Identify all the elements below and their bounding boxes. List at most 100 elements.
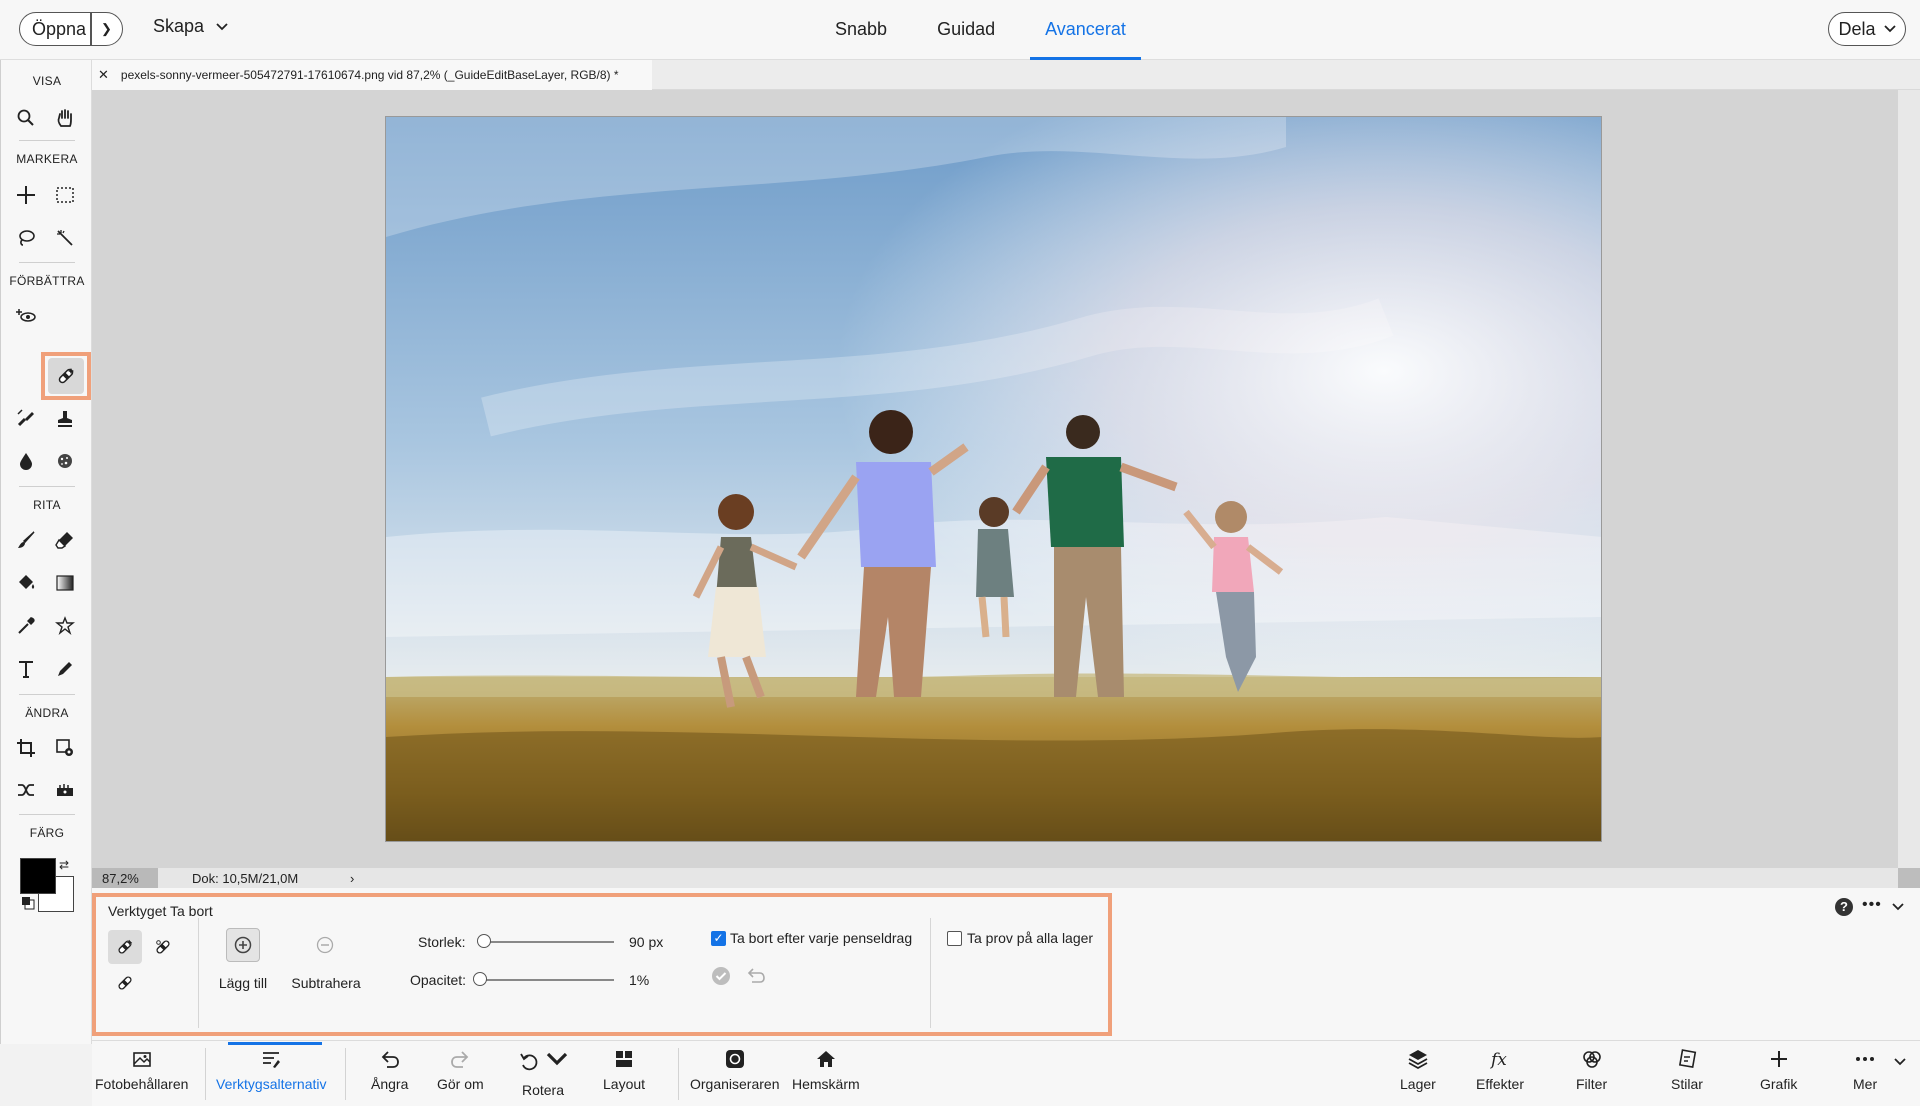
styles-button[interactable]: Stilar (1671, 1048, 1703, 1092)
foreground-color-swatch[interactable] (20, 858, 56, 894)
more-options-icon[interactable]: ••• (1862, 896, 1882, 914)
top-bar: Öppna ❯ Skapa Snabb Guidad Avancerat Del… (0, 0, 1920, 60)
bottom-divider (678, 1048, 679, 1100)
create-button[interactable]: Skapa (153, 16, 228, 37)
crop-tool-icon[interactable] (8, 730, 44, 766)
subtract-circle-icon (316, 936, 334, 954)
rotate-icon (520, 1053, 538, 1071)
swap-colors-icon[interactable]: ⇄ (59, 858, 69, 872)
blur-tool-icon[interactable] (8, 443, 44, 479)
section-label-enhance: FÖRBÄTTRA (9, 274, 85, 288)
subtract-mode-button[interactable] (310, 930, 340, 960)
sample-all-layers-label: Ta prov på alla lager (967, 930, 1094, 946)
organizer-button[interactable]: Organiseraren (690, 1048, 780, 1092)
open-button[interactable]: Öppna ❯ (19, 12, 123, 46)
add-mode-button[interactable] (226, 928, 260, 962)
zoom-level[interactable]: 87,2% (92, 868, 158, 888)
smart-brush-tool-icon[interactable] (8, 400, 44, 436)
remove-brush-icon[interactable] (108, 930, 142, 964)
brush-tool-icon[interactable] (8, 522, 44, 558)
remove-after-stroke-label: Ta bort efter varje penseldrag (730, 930, 913, 946)
quick-selection-tool-icon[interactable] (47, 220, 83, 256)
healing-brush-icon[interactable] (108, 966, 142, 1000)
photo-bin-button[interactable]: Fotobehållaren (95, 1048, 188, 1092)
share-button[interactable]: Dela (1828, 12, 1906, 46)
chevron-down-icon[interactable]: ❯ (92, 21, 122, 37)
clone-stamp-tool-icon[interactable] (47, 400, 83, 436)
tools-panel: VISA MARKERA FÖRBÄTTRA RITA ÄNDRA FÄRG ⇄ (0, 60, 92, 1044)
spot-healing-brush-icon[interactable] (146, 930, 180, 964)
scrollbar-thumb[interactable] (1898, 868, 1920, 888)
tool-options-icon (263, 1052, 281, 1068)
document-tab[interactable]: ✕ pexels-sonny-vermeer-505472791-1761067… (92, 60, 652, 90)
size-slider-knob[interactable] (477, 934, 491, 948)
layers-button[interactable]: Lager (1400, 1048, 1436, 1092)
document-tab-bar: ✕ pexels-sonny-vermeer-505472791-1761067… (92, 60, 1920, 90)
custom-shape-tool-icon[interactable] (47, 608, 83, 644)
svg-text:fx: fx (1489, 1050, 1507, 1070)
help-icon[interactable]: ? (1835, 898, 1853, 916)
hand-tool-icon[interactable] (47, 100, 83, 136)
bottom-bar (92, 1040, 1920, 1106)
lasso-tool-icon[interactable] (8, 220, 44, 256)
tool-options-label: Verktygsalternativ (216, 1076, 327, 1092)
opacity-slider-track[interactable] (482, 979, 614, 981)
marquee-tool-icon[interactable] (47, 177, 83, 213)
document-image[interactable] (385, 116, 1602, 842)
move-tool-icon[interactable] (8, 177, 44, 213)
options-divider (198, 918, 199, 1028)
more-label: Mer (1853, 1076, 1878, 1092)
paint-bucket-tool-icon[interactable] (8, 565, 44, 601)
content-aware-move-tool-icon[interactable] (8, 772, 44, 808)
chevron-down-icon[interactable] (1892, 903, 1904, 911)
size-slider-track[interactable] (484, 941, 614, 943)
tab-quick[interactable]: Snabb (820, 0, 902, 60)
tool-options-title: Verktyget Ta bort (108, 903, 213, 919)
default-colors-icon[interactable] (21, 896, 35, 910)
red-eye-tool-icon[interactable] (8, 298, 44, 334)
photo-bin-icon (132, 1052, 151, 1067)
straighten-tool-icon[interactable] (47, 772, 83, 808)
close-icon[interactable]: ✕ (98, 67, 109, 83)
home-screen-button[interactable]: Hemskärm (792, 1048, 860, 1092)
pencil-tool-icon[interactable] (47, 651, 83, 687)
chevron-down-icon[interactable] (1894, 1058, 1906, 1066)
gradient-tool-icon[interactable] (47, 565, 83, 601)
organizer-label: Organiseraren (690, 1076, 780, 1092)
undo-button[interactable]: Ångra (371, 1048, 408, 1092)
chevron-right-icon[interactable]: › (350, 871, 354, 886)
layout-button[interactable]: Layout (603, 1048, 645, 1092)
tool-options-button[interactable]: Verktygsalternativ (216, 1048, 327, 1092)
section-divider (19, 814, 75, 815)
remove-after-stroke-checkbox[interactable]: ✓ (711, 931, 726, 946)
vertical-scrollbar[interactable] (1898, 90, 1920, 868)
rotate-button[interactable]: Rotera (518, 1048, 568, 1098)
chevron-down-icon[interactable] (546, 1048, 568, 1070)
opacity-slider-knob[interactable] (473, 972, 487, 986)
organizer-icon (725, 1050, 744, 1068)
subtract-mode-label: Subtrahera (291, 975, 361, 991)
eyedropper-tool-icon[interactable] (8, 608, 44, 644)
type-tool-icon[interactable] (8, 651, 44, 687)
layers-label: Lager (1400, 1076, 1436, 1092)
options-divider (930, 918, 931, 1028)
size-label: Storlek: (418, 934, 466, 950)
filter-button[interactable]: Filter (1576, 1048, 1607, 1092)
more-button[interactable]: Mer (1853, 1048, 1877, 1092)
reset-icon[interactable] (746, 967, 766, 985)
recompose-tool-icon[interactable] (47, 730, 83, 766)
tab-guided[interactable]: Guidad (922, 0, 1010, 60)
redo-button[interactable]: Gör om (437, 1048, 484, 1092)
tool-options-highlight (92, 893, 1112, 1036)
zoom-tool-icon[interactable] (8, 100, 44, 136)
redo-icon (451, 1051, 469, 1068)
eraser-tool-icon[interactable] (47, 522, 83, 558)
tab-advanced[interactable]: Avancerat (1030, 0, 1141, 60)
remove-tool-icon[interactable] (48, 358, 84, 394)
sponge-tool-icon[interactable] (47, 443, 83, 479)
effects-button[interactable]: fx Effekter (1476, 1048, 1524, 1092)
graphics-button[interactable]: Grafik (1760, 1048, 1797, 1092)
sample-all-layers-checkbox[interactable] (947, 931, 962, 946)
commit-check-icon[interactable] (711, 966, 731, 986)
layers-icon (1408, 1050, 1428, 1070)
